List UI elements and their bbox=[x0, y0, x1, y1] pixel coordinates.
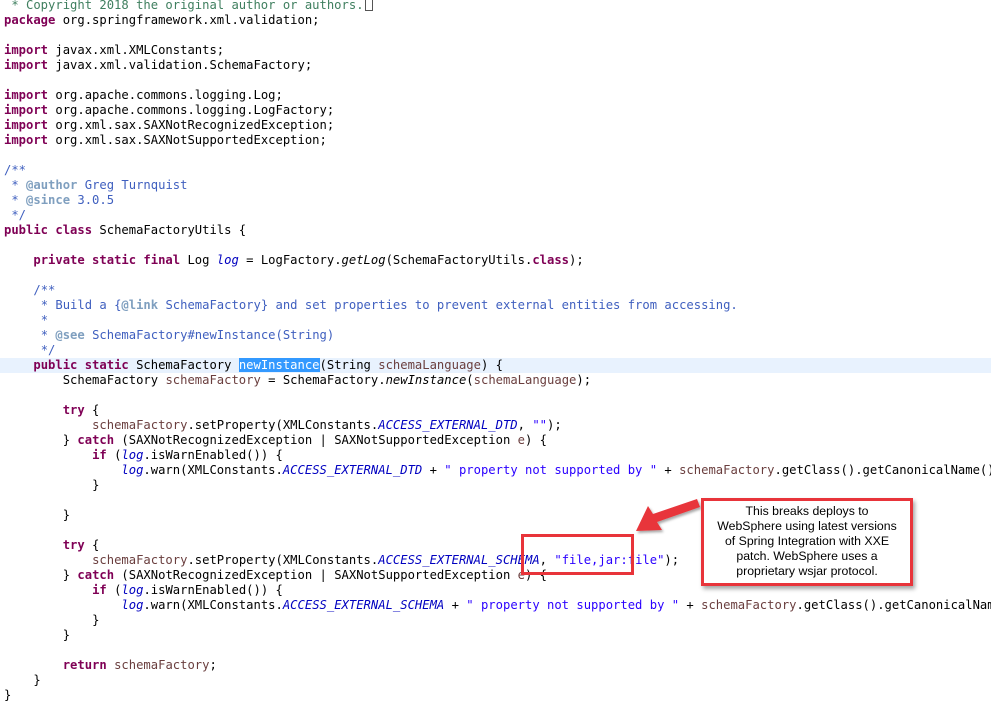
callout-line-5: proprietary wsjar protocol. bbox=[736, 564, 878, 578]
code-line-8: import org.apache.commons.logging.LogFac… bbox=[4, 103, 335, 117]
code-line-16: public class SchemaFactoryUtils { bbox=[4, 223, 247, 237]
callout-line-1: This breaks deploys to bbox=[745, 504, 869, 518]
code-line-2: package org.springframework.xml.validati… bbox=[4, 13, 320, 27]
code-line-46: } bbox=[33, 673, 41, 687]
code-line-21: * Build a {@link SchemaFactory} and set … bbox=[33, 298, 738, 312]
code-line-35: } bbox=[62, 508, 71, 522]
callout-line-2: WebSphere using latest versions bbox=[717, 519, 897, 533]
code-line-13: * @author Greg Turnquist bbox=[4, 178, 188, 192]
code-line-15: */ bbox=[4, 208, 27, 222]
code-line-29: schemaFactory.setProperty(XMLConstants.A… bbox=[92, 418, 562, 432]
code-line-14: * @since 3.0.5 bbox=[4, 193, 115, 207]
code-line-18: private static final Log log = LogFactor… bbox=[33, 253, 584, 267]
code-line-33: } bbox=[92, 478, 100, 492]
callout-line-4: patch. WebSphere uses a bbox=[736, 549, 878, 563]
code-line-12: /** bbox=[4, 163, 27, 177]
code-line-9: import org.xml.sax.SAXNotRecognizedExcep… bbox=[4, 118, 335, 132]
code-line-45: return schemaFactory; bbox=[62, 658, 217, 672]
code-line-42: } bbox=[92, 613, 100, 627]
code-line-23: * @see SchemaFactory#newInstance(String) bbox=[33, 328, 335, 342]
code-line-43: } bbox=[62, 628, 71, 642]
code-line-39: } catch (SAXNotRecognizedException | SAX… bbox=[62, 568, 547, 582]
code-line-5: import javax.xml.validation.SchemaFactor… bbox=[4, 58, 313, 72]
code-line-31: if (log.isWarnEnabled()) { bbox=[92, 448, 283, 462]
code-line-22: * bbox=[33, 313, 49, 327]
annotation-callout: This breaks deploys to WebSphere using l… bbox=[701, 498, 913, 586]
code-line-47: } bbox=[4, 688, 12, 702]
code-line-26: SchemaFactory schemaFactory = SchemaFact… bbox=[62, 373, 592, 387]
code-line-41: log.warn(XMLConstants.ACCESS_EXTERNAL_SC… bbox=[121, 598, 991, 612]
code-line-25: public static SchemaFactory newInstance(… bbox=[33, 358, 503, 372]
selected-method-name[interactable]: newInstance bbox=[238, 358, 320, 372]
code-line-10: import org.xml.sax.SAXNotSupportedExcept… bbox=[4, 133, 327, 147]
code-line-28: try { bbox=[62, 403, 100, 417]
text-cursor-box bbox=[364, 0, 373, 11]
code-line-4: import javax.xml.XMLConstants; bbox=[4, 43, 225, 57]
code-line-20: /** bbox=[33, 283, 56, 297]
code-line-40: if (log.isWarnEnabled()) { bbox=[92, 583, 283, 597]
code-line-37: try { bbox=[62, 538, 100, 552]
code-line-30: } catch (SAXNotRecognizedException | SAX… bbox=[62, 433, 547, 447]
code-editor[interactable]: * Copyright 2018 the original author or … bbox=[0, 0, 991, 703]
code-line-1: * Copyright 2018 the original author or … bbox=[4, 0, 373, 13]
code-line-24: */ bbox=[33, 343, 56, 357]
annotation-highlight-box bbox=[521, 534, 634, 575]
code-line-32: log.warn(XMLConstants.ACCESS_EXTERNAL_DT… bbox=[121, 463, 991, 477]
code-line-7: import org.apache.commons.logging.Log; bbox=[4, 88, 283, 102]
callout-line-3: of Spring Integration with XXE bbox=[724, 534, 890, 548]
